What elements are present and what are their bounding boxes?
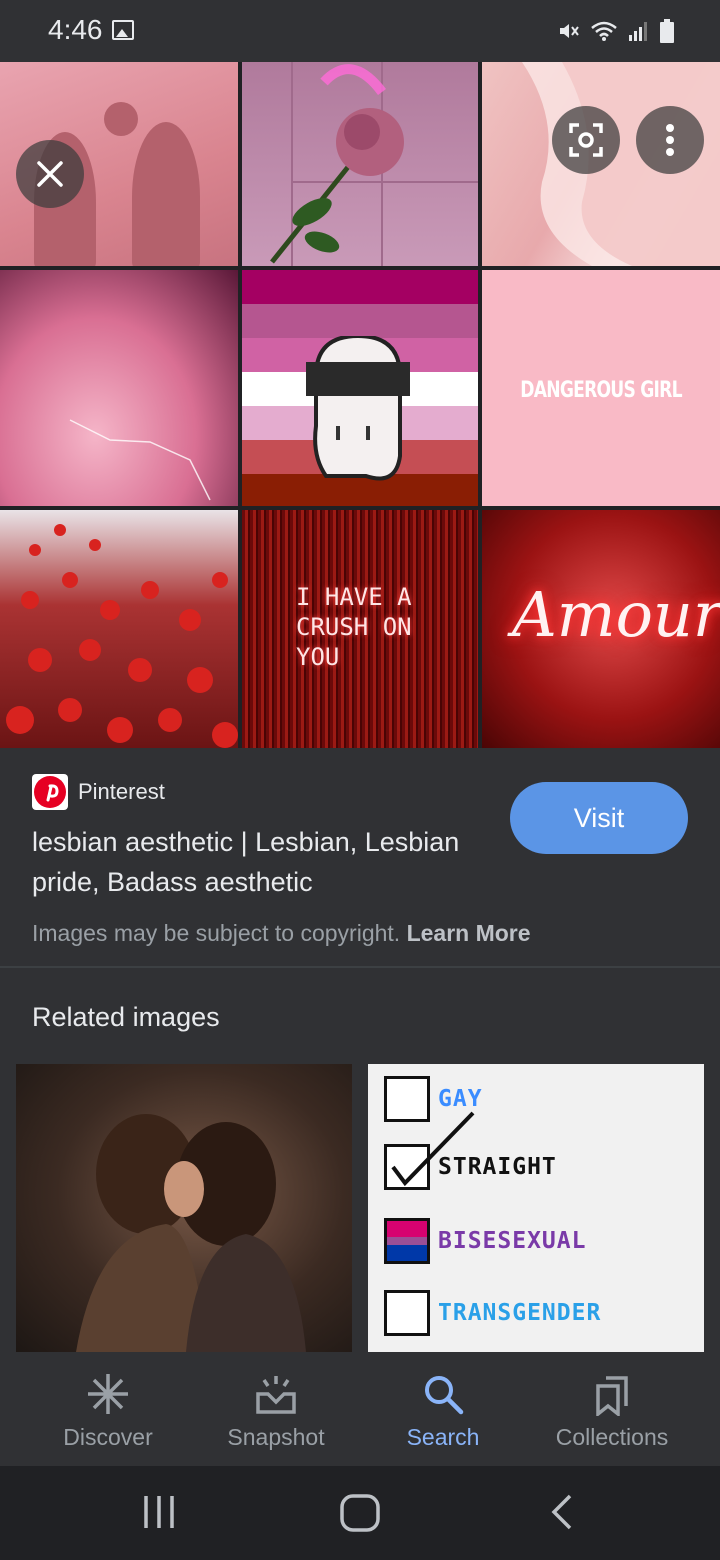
result-title[interactable]: lesbian aesthetic | Lesbian, Lesbian pri… [32, 822, 492, 902]
image-tile-crush: I HAVE A CRUSH ON YOU [242, 510, 478, 748]
bottom-navigation: Discover Snapshot Search Collections [0, 1352, 720, 1466]
related-image-kiss[interactable] [16, 1064, 352, 1352]
checklist-item: BISESEXUAL [384, 1218, 586, 1264]
checklist-label: BISESEXUAL [438, 1228, 587, 1254]
checklist-item: TRANSGENDER [384, 1290, 601, 1336]
image-preview-grid[interactable]: DANGEROUS GIRL I HAVE A CRUSH ON YOU Amo… [0, 62, 720, 748]
nav-label: Snapshot [227, 1424, 325, 1450]
image-tile-rose [242, 62, 478, 266]
status-icons [556, 18, 674, 44]
wifi-icon [591, 21, 617, 41]
image-tile-amour: Amour [482, 510, 720, 748]
pixel-character-graphic [306, 336, 410, 481]
asterisk-icon [88, 1374, 128, 1414]
tile-caption: DANGEROUS GIRL [520, 378, 682, 403]
result-info-panel: Pinterest lesbian aesthetic | Lesbian, L… [0, 748, 720, 968]
tile-caption: Amour [512, 578, 720, 651]
nav-collections[interactable]: Collections [522, 1372, 702, 1462]
gallery-notification-icon [112, 20, 134, 40]
learn-more-link[interactable]: Learn More [407, 920, 531, 946]
checked-checkbox-icon [384, 1111, 475, 1190]
home-icon[interactable] [340, 1494, 380, 1532]
source-row[interactable]: Pinterest [32, 774, 165, 810]
status-bar: 4:46 [0, 0, 720, 62]
related-images-heading: Related images [32, 1002, 220, 1032]
mute-icon [560, 24, 579, 38]
related-images-section: Related images GAY STRAIGHT BISESEXUAL T… [0, 968, 720, 1352]
checklist-item: STRAIGHT [384, 1111, 557, 1190]
image-tile-lightning [0, 270, 238, 506]
copyright-notice: Images may be subject to copyright. Lear… [32, 920, 531, 947]
source-site-name: Pinterest [78, 779, 165, 804]
battery-icon [660, 19, 674, 43]
status-time: 4:46 [48, 14, 103, 45]
nav-label: Search [406, 1424, 480, 1450]
recent-apps-icon[interactable] [142, 1494, 176, 1530]
more-vert-icon [666, 124, 674, 156]
tile-caption: I HAVE A CRUSH ON YOU [296, 583, 412, 671]
checkbox-icon [384, 1290, 430, 1336]
image-tile-dangerous-girl: DANGEROUS GIRL [482, 270, 720, 506]
pinterest-logo-icon [32, 774, 68, 810]
nav-discover[interactable]: Discover [18, 1372, 198, 1462]
visit-button[interactable]: Visit [510, 782, 688, 854]
close-button[interactable] [16, 140, 84, 208]
nav-snapshot[interactable]: Snapshot [186, 1372, 366, 1462]
search-icon [425, 1376, 464, 1415]
checklist-label: TRANSGENDER [438, 1300, 602, 1326]
nav-label: Collections [555, 1424, 669, 1450]
back-icon[interactable] [550, 1494, 574, 1530]
related-image-checklist[interactable]: GAY STRAIGHT BISESEXUAL TRANSGENDER [368, 1064, 704, 1352]
nav-search[interactable]: Search [353, 1372, 533, 1462]
more-options-button[interactable] [636, 106, 704, 174]
nav-label: Discover [63, 1424, 153, 1450]
image-tile-pride-flag [242, 270, 478, 506]
signal-icon [629, 22, 647, 41]
rose-graphic [270, 62, 478, 266]
collections-icon [596, 1376, 628, 1416]
close-icon [37, 161, 63, 187]
snapshot-icon [256, 1376, 296, 1414]
system-navigation-bar [0, 1466, 720, 1560]
image-tile-red-flowers [0, 510, 238, 748]
lens-icon [569, 123, 603, 157]
lens-button[interactable] [552, 106, 620, 174]
bi-flag-checkbox-icon [384, 1218, 430, 1264]
copyright-text: Images may be subject to copyright. [32, 920, 401, 946]
